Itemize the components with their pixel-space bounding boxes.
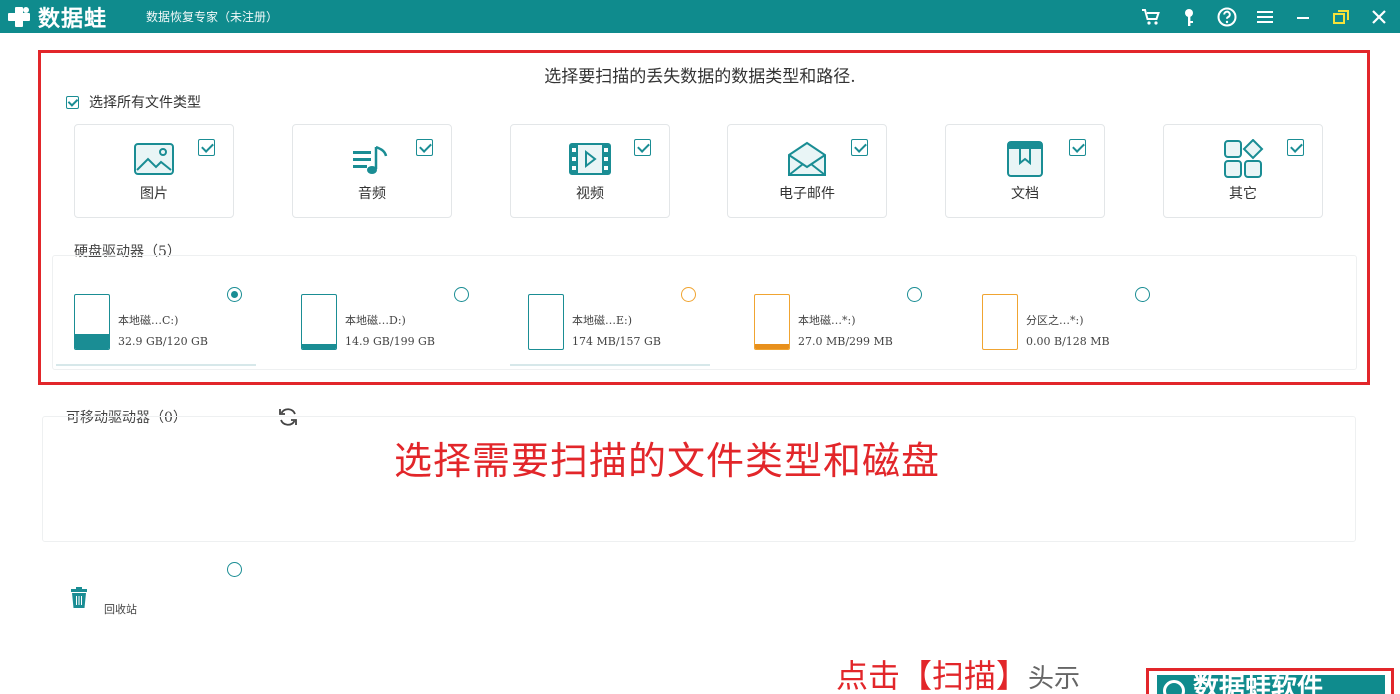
drive-partition[interactable]: 分区之…*:) 0.00 B/128 MB <box>964 282 1164 366</box>
drive-radio[interactable] <box>227 287 242 302</box>
drive-size: 0.00 B/128 MB <box>1026 335 1110 348</box>
annotation-bottom-text: 点击【扫描】头示 <box>836 660 1080 692</box>
audio-icon <box>353 145 388 174</box>
annotation-bottom-box: 数据蛙软件 <box>1146 668 1394 694</box>
drive-size: 14.9 GB/199 GB <box>345 335 435 348</box>
file-type-label: 音频 <box>358 186 386 202</box>
drive-name: 本地磁…*:) <box>798 314 856 327</box>
file-type-card-email[interactable]: 电子邮件 <box>727 124 887 218</box>
key-icon[interactable] <box>1178 6 1200 28</box>
file-type-label: 图片 <box>140 186 168 202</box>
other-icon <box>1224 139 1264 178</box>
drive-size: 32.9 GB/120 GB <box>118 335 208 348</box>
drive-d[interactable]: 本地磁…D:) 14.9 GB/199 GB <box>283 282 483 366</box>
select-all-label: 选择所有文件类型 <box>89 95 201 111</box>
drive-radio[interactable] <box>681 287 696 302</box>
drive-disk-icon <box>301 294 337 350</box>
help-icon[interactable] <box>1216 6 1238 28</box>
title-bar: 数据蛙 数据恢复专家（未注册） <box>0 0 1400 33</box>
document-icon <box>1007 141 1043 177</box>
other-checkbox[interactable] <box>1287 139 1304 156</box>
annotation-main-text: 选择需要扫描的文件类型和磁盘 <box>394 439 941 483</box>
drive-underline <box>56 364 256 366</box>
cart-icon[interactable] <box>1140 6 1162 28</box>
drive-underline <box>510 364 710 366</box>
drive-disk-icon <box>982 294 1018 350</box>
email-checkbox[interactable] <box>851 139 868 156</box>
close-icon[interactable] <box>1368 6 1390 28</box>
image-icon <box>134 143 174 175</box>
file-type-label: 视频 <box>576 186 604 202</box>
menu-icon[interactable] <box>1254 6 1276 28</box>
recycle-bin-label: 回收站 <box>104 603 137 616</box>
drive-size: 174 MB/157 GB <box>572 335 661 348</box>
video-icon <box>569 143 611 175</box>
drive-e[interactable]: 本地磁…E:) 174 MB/157 GB <box>510 282 710 366</box>
drive-usage-fill <box>755 343 789 349</box>
drive-name: 分区之…*:) <box>1026 314 1084 327</box>
file-type-card-video[interactable]: 视频 <box>510 124 670 218</box>
file-type-label: 电子邮件 <box>779 186 835 202</box>
app-name: 数据蛙 <box>38 7 108 32</box>
document-checkbox[interactable] <box>1069 139 1086 156</box>
recycle-bin-radio[interactable] <box>227 562 242 577</box>
drive-radio[interactable] <box>907 287 922 302</box>
scan-ring-icon <box>1163 680 1185 694</box>
drive-disk-icon <box>528 294 564 350</box>
file-type-card-document[interactable]: 文档 <box>945 124 1105 218</box>
scan-button-label: 数据蛙软件 <box>1193 673 1324 694</box>
drive-size: 27.0 MB/299 MB <box>798 335 893 348</box>
scan-button-preview[interactable]: 数据蛙软件 <box>1157 675 1385 694</box>
drive-name: 本地磁…C:) <box>118 314 179 327</box>
select-all-checkbox[interactable] <box>66 95 79 109</box>
file-type-card-audio[interactable]: 音频 <box>292 124 452 218</box>
drive-usage-fill <box>302 343 336 349</box>
drive-usage-fill <box>75 334 109 349</box>
drive-radio[interactable] <box>1135 287 1150 302</box>
email-icon <box>788 141 826 176</box>
minimize-icon[interactable] <box>1292 6 1314 28</box>
select-all-file-types[interactable]: 选择所有文件类型 <box>66 92 201 112</box>
image-checkbox[interactable] <box>198 139 215 156</box>
drive-radio[interactable] <box>454 287 469 302</box>
file-type-label: 文档 <box>1011 186 1039 202</box>
logo-cross-icon <box>8 7 30 27</box>
app-subtitle: 数据恢复专家（未注册） <box>146 10 279 24</box>
drive-name: 本地磁…E:) <box>572 314 633 327</box>
drive-disk-icon <box>74 294 110 350</box>
trash-icon <box>71 587 87 608</box>
app-logo: 数据蛙 <box>6 3 108 32</box>
drive-c[interactable]: 本地磁…C:) 32.9 GB/120 GB <box>56 282 256 366</box>
scan-heading: 选择要扫描的丢失数据的数据类型和路径. <box>544 67 856 87</box>
audio-checkbox[interactable] <box>416 139 433 156</box>
drive-disk-icon <box>754 294 790 350</box>
restore-icon[interactable] <box>1330 6 1352 28</box>
file-type-card-other[interactable]: 其它 <box>1163 124 1323 218</box>
recycle-bin-item[interactable]: 回收站 <box>66 560 256 620</box>
drive-name: 本地磁…D:) <box>345 314 406 327</box>
annotation-bottom-red: 点击【扫描】 <box>836 657 1029 694</box>
annotation-bottom-gray: 头示 <box>1028 664 1081 694</box>
drive-recovery[interactable]: 本地磁…*:) 27.0 MB/299 MB <box>736 282 936 366</box>
file-type-card-image[interactable]: 图片 <box>74 124 234 218</box>
file-type-label: 其它 <box>1229 186 1257 202</box>
video-checkbox[interactable] <box>634 139 651 156</box>
